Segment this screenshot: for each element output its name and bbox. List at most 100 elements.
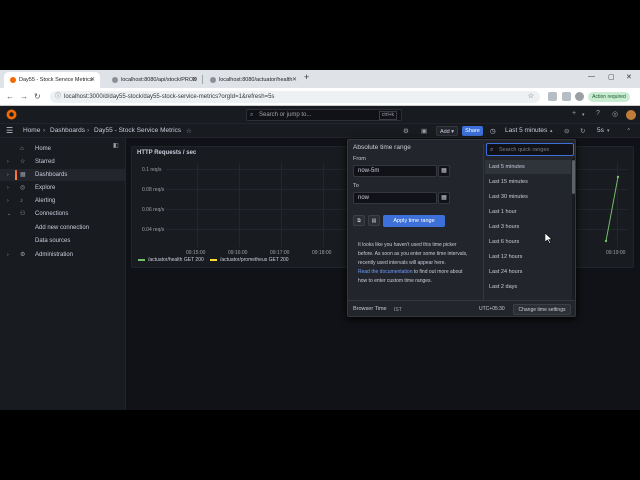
paste-icon[interactable]: ▤ <box>368 215 380 226</box>
grafana-logo-icon[interactable] <box>6 109 17 120</box>
legend-item[interactable]: /actuator/health GET 200 <box>138 257 204 263</box>
panel-title: HTTP Requests / sec <box>137 150 197 156</box>
sidebar-item-dashboards[interactable]: › ▦ Dashboards <box>0 169 126 181</box>
to-label: To <box>353 183 359 189</box>
calendar-icon[interactable]: ▦ <box>438 192 450 204</box>
star-icon[interactable]: ☆ <box>186 127 192 135</box>
quick-range-search-input[interactable]: ⌕ Search quick ranges <box>486 143 574 156</box>
home-icon: ⌂ <box>20 146 24 152</box>
calendar-icon[interactable]: ▦ <box>438 165 450 177</box>
maximize-icon[interactable]: ▢ <box>608 73 615 81</box>
sidebar-item-label: Explore <box>35 185 56 191</box>
sidebar-item-explore[interactable]: › ◎ Explore <box>0 182 126 194</box>
quick-range-item[interactable]: Last 3 hours <box>485 220 571 234</box>
sidebar-item-starred[interactable]: › ☆ Starred <box>0 156 126 168</box>
apply-time-range-button[interactable]: Apply time range <box>383 215 445 227</box>
minimize-icon[interactable]: — <box>588 73 595 80</box>
collapse-icon[interactable]: ⌃ <box>626 127 631 135</box>
quick-range-item[interactable]: Last 6 hours <box>485 235 571 249</box>
chevron-right-icon[interactable]: › <box>7 156 9 168</box>
chevron-down-icon[interactable]: ▾ <box>582 112 585 118</box>
tab-divider <box>202 75 203 84</box>
sidebar-item-administration[interactable]: › ⚙ Administration <box>0 249 126 261</box>
time-range-button[interactable]: Last 5 minutes <box>505 127 547 134</box>
action-required-button[interactable]: Action required <box>588 92 630 102</box>
browser-time-label: Browser Time <box>353 306 387 312</box>
close-window-icon[interactable]: ✕ <box>626 73 632 81</box>
extension-icon[interactable] <box>548 92 557 101</box>
sidebar-item-data-sources[interactable]: Data sources <box>0 235 126 247</box>
quick-range-item[interactable]: Last 15 minutes <box>485 175 571 189</box>
chevron-down-icon[interactable]: ⌄ <box>7 208 11 220</box>
legend-item[interactable]: /actuator/prometheus GET 200 <box>210 257 289 263</box>
save-icon[interactable]: ▣ <box>421 127 427 135</box>
sidebar-item-label: Data sources <box>35 238 71 244</box>
grid-line <box>281 163 282 247</box>
chevron-right-icon[interactable]: › <box>7 195 9 207</box>
menu-icon[interactable]: ☰ <box>6 126 13 135</box>
y-tick-label: 0.04 req/s <box>142 227 165 233</box>
quick-range-item[interactable]: Last 30 minutes <box>485 190 571 204</box>
time-picker-dropdown: Absolute time range From now-5m ▦ To now… <box>347 139 576 317</box>
scrollbar-thumb[interactable] <box>572 160 575 194</box>
quick-range-item[interactable]: Last 5 minutes <box>485 160 571 174</box>
profile-icon[interactable] <box>575 92 584 101</box>
close-tab-icon[interactable]: ✕ <box>90 76 95 83</box>
copy-icon[interactable]: ⧉ <box>353 215 365 226</box>
quick-range-item[interactable]: Last 2 days <box>485 280 571 294</box>
bookmark-star-icon[interactable]: ☆ <box>528 91 534 103</box>
extension-icon[interactable] <box>562 92 571 101</box>
breadcrumb-dashboards[interactable]: Dashboards <box>50 127 85 134</box>
sidebar-item-label: Home <box>35 146 52 152</box>
avatar[interactable] <box>626 110 636 120</box>
browser-tab-grafana[interactable]: Day55 - Stock Service Metrics ✕ <box>4 72 100 88</box>
quick-range-item[interactable]: Last 12 hours <box>485 250 571 264</box>
new-item-button[interactable]: + <box>572 110 576 117</box>
site-info-icon[interactable]: ⓘ <box>55 91 61 103</box>
search-input[interactable]: ⌕ Search or jump to... ctrl+k <box>246 109 402 121</box>
sidebar-item-add-new-connection[interactable]: Add new connection <box>0 222 126 234</box>
quick-range-item[interactable]: Last 1 hour <box>485 205 571 219</box>
back-icon[interactable]: ← <box>6 92 14 101</box>
refresh-interval-button[interactable]: 5s <box>597 127 604 134</box>
chevron-right-icon[interactable]: › <box>7 182 9 194</box>
legend-swatch <box>210 259 217 261</box>
new-tab-button[interactable]: + <box>304 72 309 82</box>
chevron-up-icon[interactable]: ▴ <box>550 128 553 134</box>
sidebar-item-home[interactable]: ⌂ Home <box>0 143 126 155</box>
change-time-settings-button[interactable]: Change time settings <box>513 304 571 315</box>
close-tab-icon[interactable]: ✕ <box>192 76 197 83</box>
sidebar-item-label: Add new connection <box>35 225 90 231</box>
sidebar-item-label: Administration <box>35 252 74 258</box>
reload-icon[interactable]: ↻ <box>34 92 41 101</box>
chevron-right-icon[interactable]: › <box>7 169 9 181</box>
quick-range-item[interactable]: Last 24 hours <box>485 265 571 279</box>
y-tick-label: 0.06 req/s <box>142 207 165 213</box>
share-button[interactable]: Share <box>462 126 483 136</box>
url-field[interactable]: ⓘ localhost:3000/d/day55-stock/day55-sto… <box>50 91 540 103</box>
browser-tab-actuator-health[interactable]: localhost:8080/actuator/health ✕ <box>204 72 302 88</box>
forward-icon[interactable]: → <box>20 92 28 101</box>
from-input[interactable]: now-5m <box>353 165 437 177</box>
legend-swatch <box>138 259 145 261</box>
help-icon[interactable]: ? <box>596 110 600 117</box>
chevron-right-icon[interactable]: › <box>7 249 9 261</box>
add-button[interactable]: Add ▾ <box>436 126 458 136</box>
documentation-link[interactable]: Read the documentation <box>358 269 412 275</box>
settings-icon[interactable]: ⚙ <box>403 127 409 135</box>
sidebar-item-connections[interactable]: ⌄ ⚇ Connections <box>0 208 126 220</box>
x-tick-label: 09:16:00 <box>228 250 248 256</box>
to-input[interactable]: now <box>353 192 437 204</box>
sidebar-item-alerting[interactable]: › ♪ Alerting <box>0 195 126 207</box>
breadcrumb-home[interactable]: Home <box>23 127 40 134</box>
clock-icon: ◷ <box>490 128 496 135</box>
refresh-icon[interactable]: ↻ <box>580 127 585 135</box>
news-icon[interactable]: ◎ <box>612 110 618 118</box>
search-icon: ⌕ <box>490 147 494 153</box>
browser-tab-stock-api[interactable]: localhost:8080/api/stock/PROD ✕ <box>106 72 202 88</box>
sidebar-item-label: Dashboards <box>35 172 68 178</box>
x-tick-label: 09:18:00 <box>312 250 332 256</box>
zoom-out-icon[interactable]: ⊖ <box>564 127 569 135</box>
close-tab-icon[interactable]: ✕ <box>292 76 297 83</box>
chevron-down-icon[interactable]: ▾ <box>607 128 610 134</box>
